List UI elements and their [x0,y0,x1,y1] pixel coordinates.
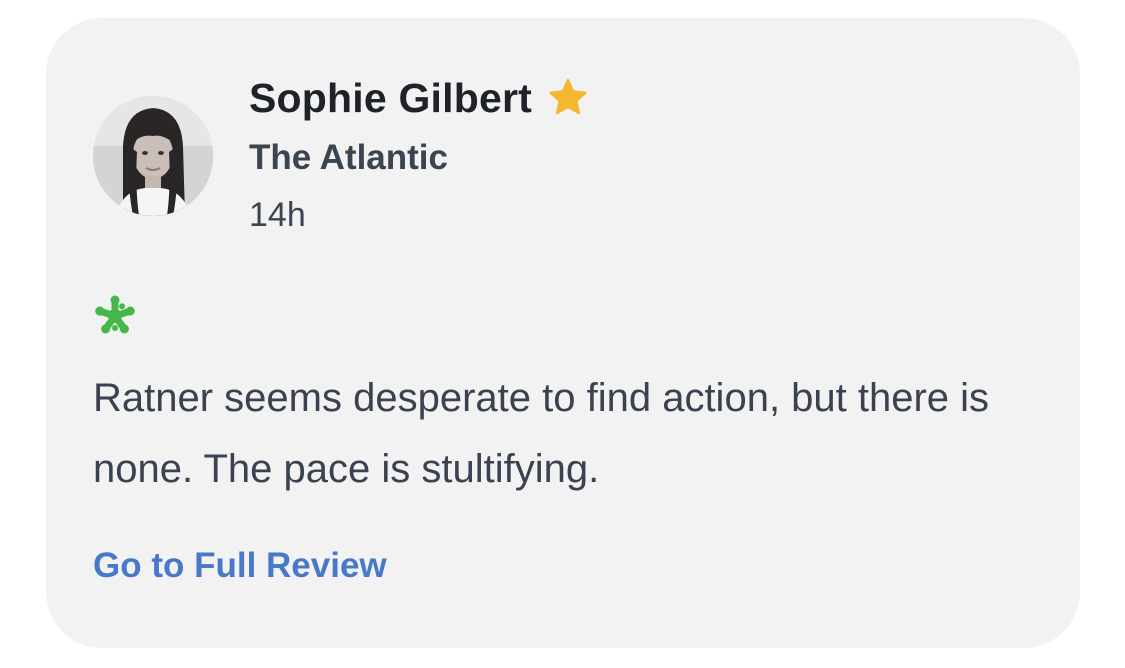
full-review-link[interactable]: Go to Full Review [93,546,387,586]
critic-photo [93,96,213,216]
review-timestamp: 14h [249,196,306,234]
review-quote: Ratner seems desperate to find action, b… [93,376,990,491]
rotten-splat-icon [93,294,137,338]
star-icon [546,76,590,120]
publication-name[interactable]: The Atlantic [249,138,448,178]
critic-avatar[interactable] [93,96,213,216]
critic-name-row: Sophie Gilbert [249,73,590,123]
critic-name[interactable]: Sophie Gilbert [249,75,532,122]
review-card: Sophie Gilbert The Atlantic 14h Ratner s… [46,18,1080,648]
